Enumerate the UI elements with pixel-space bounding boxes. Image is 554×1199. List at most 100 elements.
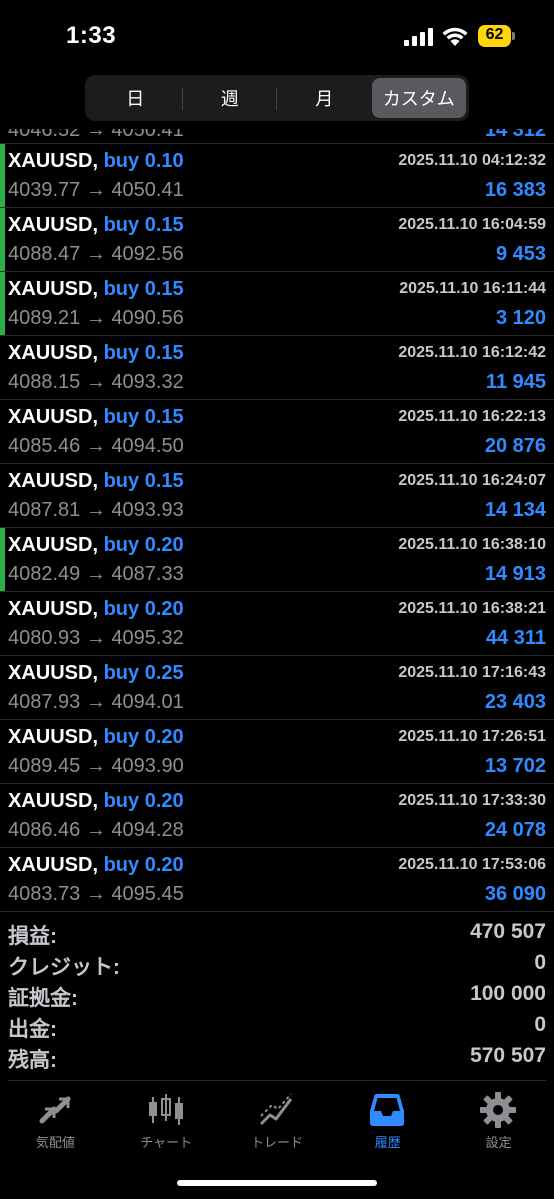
status-bar: 1:33 62 [0,0,554,70]
trade-side: buy 0.20 [103,598,184,620]
summary-label: 損益: [8,925,57,948]
bottom-tab-bar: 気配値 チャート トレード 履歴 設定 [0,1085,554,1155]
trade-symbol-line: XAUUSD, buy 0.20 [8,790,184,813]
trade-side: buy 0.15 [103,214,184,236]
trade-symbol: XAUUSD, [8,342,99,364]
trade-side: buy 0.15 [103,278,184,300]
trade-prices: 4089.45 → 4093.90 [8,755,184,777]
trade-datetime: 2025.11.10 16:22:13 [398,408,546,425]
summary-value: 0 [534,951,546,974]
candlestick-chart-icon [148,1094,183,1125]
tab-chart[interactable]: チャート [111,1085,222,1155]
trade-prices: 4085.46 → 4094.50 [8,435,184,457]
trade-profit: 16 383 [484,179,546,201]
trade-symbol-line: XAUUSD, buy 0.15 [8,214,184,237]
trade-row[interactable]: XAUUSD, buy 0.15 2025.11.10 16:11:44 4089.… [0,272,554,336]
tab-label: チャート [140,1135,193,1150]
trade-profit: 14 134 [484,499,546,521]
trade-profit: 36 090 [484,883,546,905]
trade-symbol: XAUUSD, [8,598,99,620]
gear-icon [480,1092,517,1128]
trade-side: buy 0.10 [103,150,184,172]
trade-side: buy 0.20 [103,726,184,748]
trade-row[interactable]: XAUUSD, buy 0.25 2025.11.10 17:16:43 4087.… [0,656,554,720]
trade-symbol: XAUUSD, [8,470,99,492]
trade-row[interactable]: XAUUSD, buy 0.15 2025.11.10 16:24:07 4087.… [0,464,554,528]
summary-row-profit: 損益: 470 507 [0,916,554,948]
trade-profit: 11 945 [485,371,546,393]
segment-month[interactable]: 月 [277,78,372,118]
trade-prices: 4039.77 → 4050.41 [8,179,184,201]
home-indicator [177,1180,377,1186]
trade-datetime: 2025.11.10 16:38:21 [398,600,546,617]
trade-history-list[interactable]: 4046.52 → 4050.41 14 312 XAUUSD, buy 0.1… [0,129,554,912]
summary-label: クレジット: [8,956,120,979]
cellular-signal-icon [404,28,433,46]
trade-symbol-line: XAUUSD, buy 0.10 [8,150,184,173]
trade-prices: 4083.73 → 4095.45 [8,883,184,905]
summary-value: 100 000 [470,982,546,1005]
summary-row-withdrawal: 出金: 0 [0,1009,554,1041]
status-time: 1:33 [66,22,117,49]
summary-row-balance: 残高: 570 507 [0,1040,554,1072]
trade-prices: 4080.93 → 4095.32 [8,627,184,649]
summary-label: 出金: [8,1018,57,1041]
summary-row-deposit: 証拠金: 100 000 [0,978,554,1010]
trade-row[interactable]: XAUUSD, buy 0.15 2025.11.10 16:12:42 4088.… [0,336,554,400]
tab-history[interactable]: 履歴 [332,1085,443,1155]
trade-prices: 4088.15 → 4093.32 [8,371,184,393]
trade-row[interactable]: XAUUSD, buy 0.15 2025.11.10 16:04:59 4088.… [0,208,554,272]
trade-symbol-line: XAUUSD, buy 0.15 [8,342,184,365]
trade-datetime: 2025.11.10 17:53:06 [398,856,546,873]
trade-symbol: XAUUSD, [8,726,99,748]
status-marker [0,144,5,207]
segment-day[interactable]: 日 [88,78,183,118]
trade-row[interactable]: XAUUSD, buy 0.10 2025.11.10 04:12:32 4039.… [0,144,554,208]
tab-label: トレード [250,1135,303,1150]
trade-datetime: 2025.11.10 16:11:44 [399,280,546,297]
trade-row[interactable]: XAUUSD, buy 0.20 2025.11.10 16:38:10 4082.… [0,528,554,592]
trade-side: buy 0.25 [103,662,184,684]
trade-symbol: XAUUSD, [8,534,99,556]
tab-label: 気配値 [35,1135,75,1150]
trade-side: buy 0.15 [103,342,184,364]
trade-datetime: 2025.11.10 16:12:42 [398,344,546,361]
segment-custom[interactable]: カスタム [371,78,466,118]
trade-row[interactable]: XAUUSD, buy 0.15 2025.11.10 16:22:13 4085.… [0,400,554,464]
segment-week[interactable]: 週 [183,78,278,118]
summary-value: 0 [534,1013,546,1036]
trade-row[interactable]: XAUUSD, buy 0.20 2025.11.10 17:33:30 4086.… [0,784,554,848]
trade-row[interactable]: XAUUSD, buy 0.20 2025.11.10 16:38:21 4080.… [0,592,554,656]
trade-datetime: 2025.11.10 04:12:32 [398,152,546,169]
status-marker [0,528,5,591]
trade-datetime: 2025.11.10 16:04:59 [398,216,546,233]
summary-value: 470 507 [470,920,546,943]
trade-profit: 13 702 [484,755,546,777]
trade-side: buy 0.20 [103,854,184,876]
trade-prices: 4087.81 → 4093.93 [8,499,184,521]
trade-datetime: 2025.11.10 16:38:10 [398,536,546,553]
history-inbox-icon [370,1094,405,1126]
battery-level: 62 [485,26,504,43]
trade-side: buy 0.15 [103,470,184,492]
trade-symbol-line: XAUUSD, buy 0.20 [8,726,184,749]
trade-datetime: 2025.11.10 17:33:30 [398,792,546,809]
trade-side: buy 0.15 [103,406,184,428]
trade-prices: 4089.21 → 4090.56 [8,307,184,329]
trade-symbol-line: XAUUSD, buy 0.15 [8,470,184,493]
trade-symbol: XAUUSD, [8,790,99,812]
account-summary: 損益: 470 507 クレジット: 0 証拠金: 100 000 出金: 0 … [0,916,554,1072]
trade-row[interactable]: XAUUSD, buy 0.20 2025.11.10 17:26:51 4089.… [0,720,554,784]
tab-quotes[interactable]: 気配値 [0,1085,111,1155]
battery-icon: 62 [478,25,516,47]
trade-profit: 24 078 [484,819,546,841]
trade-symbol-line: XAUUSD, buy 0.15 [8,406,184,429]
list-item-partial[interactable]: 4046.52 → 4050.41 14 312 [0,129,554,144]
partial-profit: 14 312 [484,129,546,141]
summary-label: 証拠金: [8,987,78,1010]
trade-symbol: XAUUSD, [8,150,99,172]
trade-prices: 4087.93 → 4094.01 [8,691,184,713]
tab-settings[interactable]: 設定 [443,1085,554,1155]
trade-row[interactable]: XAUUSD, buy 0.20 2025.11.10 17:53:06 4083.… [0,848,554,912]
tab-trade[interactable]: トレード [222,1085,333,1155]
